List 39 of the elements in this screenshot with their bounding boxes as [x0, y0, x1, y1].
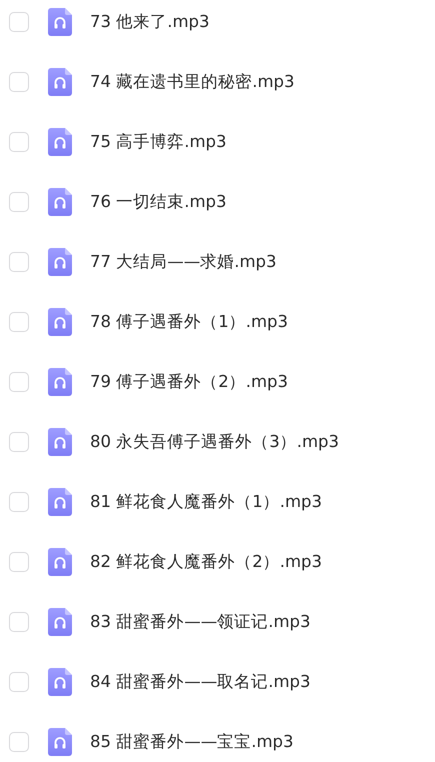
file-name[interactable]: 74 藏在遗书里的秘密.mp3 [90, 71, 295, 93]
audio-file-icon [48, 548, 72, 576]
checkbox[interactable] [9, 192, 29, 212]
file-name[interactable]: 83 甜蜜番外——领证记.mp3 [90, 611, 311, 633]
checkbox[interactable] [9, 252, 29, 272]
checkbox[interactable] [9, 72, 29, 92]
audio-file-icon [48, 488, 72, 516]
checkbox[interactable] [9, 372, 29, 392]
checkbox[interactable] [9, 732, 29, 752]
checkbox[interactable] [9, 672, 29, 692]
checkbox[interactable] [9, 492, 29, 512]
file-name[interactable]: 79 傅子遇番外（2）.mp3 [90, 371, 288, 393]
file-name[interactable]: 75 高手博弈.mp3 [90, 131, 227, 153]
file-name[interactable]: 80 永失吾傅子遇番外（3）.mp3 [90, 431, 340, 453]
checkbox[interactable] [9, 12, 29, 32]
audio-file-icon [48, 308, 72, 336]
file-name[interactable]: 78 傅子遇番外（1）.mp3 [90, 311, 288, 333]
audio-file-icon [48, 608, 72, 636]
checkbox[interactable] [9, 312, 29, 332]
file-name[interactable]: 85 甜蜜番外——宝宝.mp3 [90, 731, 294, 753]
audio-file-icon [48, 188, 72, 216]
file-name[interactable]: 76 一切结束.mp3 [90, 191, 227, 213]
audio-file-icon [48, 728, 72, 756]
audio-file-icon [48, 668, 72, 696]
file-name[interactable]: 81 鲜花食人魔番外（1）.mp3 [90, 491, 322, 513]
audio-file-icon [48, 68, 72, 96]
audio-file-icon [48, 368, 72, 396]
audio-file-icon [48, 248, 72, 276]
audio-file-icon [48, 428, 72, 456]
file-name[interactable]: 82 鲜花食人魔番外（2）.mp3 [90, 551, 322, 573]
checkbox[interactable] [9, 612, 29, 632]
checkbox[interactable] [9, 552, 29, 572]
file-name[interactable]: 84 甜蜜番外——取名记.mp3 [90, 671, 311, 693]
file-name[interactable]: 73 他来了.mp3 [90, 11, 210, 33]
audio-file-icon [48, 8, 72, 36]
file-name[interactable]: 77 大结局——求婚.mp3 [90, 251, 277, 273]
checkbox[interactable] [9, 132, 29, 152]
audio-file-icon [48, 128, 72, 156]
checkbox[interactable] [9, 432, 29, 452]
